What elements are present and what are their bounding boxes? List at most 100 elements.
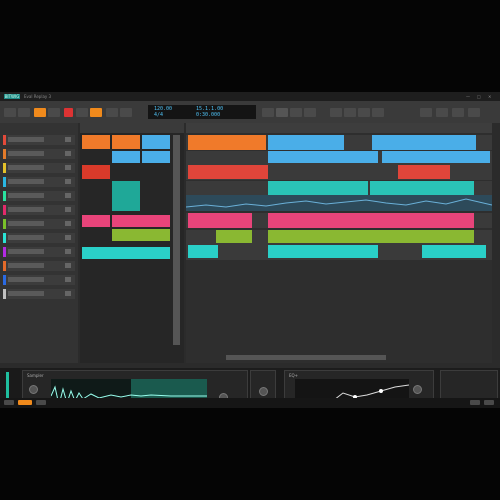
arranger-clip[interactable] bbox=[372, 135, 476, 150]
arranger-clip[interactable] bbox=[188, 245, 218, 258]
track-header[interactable] bbox=[3, 135, 75, 145]
arranger-clip[interactable] bbox=[382, 151, 490, 163]
track-arm-button[interactable] bbox=[65, 249, 71, 254]
track-header[interactable] bbox=[3, 289, 75, 299]
arranger-clip[interactable] bbox=[268, 230, 474, 243]
track-name-field[interactable] bbox=[8, 235, 44, 240]
menu-button[interactable] bbox=[4, 108, 16, 117]
clip-slot[interactable] bbox=[142, 151, 170, 163]
track-arm-button[interactable] bbox=[65, 165, 71, 170]
track-name-field[interactable] bbox=[8, 137, 44, 142]
record-button[interactable] bbox=[64, 108, 73, 117]
arranger-clip[interactable] bbox=[268, 181, 368, 195]
mixer-view-button[interactable] bbox=[436, 108, 448, 117]
follow-button[interactable] bbox=[372, 108, 384, 117]
track-header[interactable] bbox=[3, 247, 75, 257]
view-button[interactable] bbox=[18, 108, 30, 117]
arranger-lane bbox=[186, 151, 492, 166]
timeline-ruler[interactable] bbox=[186, 123, 492, 133]
track-name-field[interactable] bbox=[8, 263, 44, 268]
track-header[interactable] bbox=[3, 275, 75, 285]
grid-button[interactable] bbox=[344, 108, 356, 117]
clip-launcher-scrollbar[interactable] bbox=[173, 135, 180, 345]
overdub-button[interactable] bbox=[76, 108, 88, 117]
arranger-clip[interactable] bbox=[398, 165, 450, 179]
track-arm-button[interactable] bbox=[65, 207, 71, 212]
arranger-clip[interactable] bbox=[370, 181, 474, 195]
arranger-clip[interactable] bbox=[188, 165, 268, 179]
status-button[interactable] bbox=[4, 400, 14, 405]
track-header[interactable] bbox=[3, 191, 75, 201]
minimize-icon[interactable]: — bbox=[466, 94, 470, 99]
track-header[interactable] bbox=[3, 219, 75, 229]
track-arm-button[interactable] bbox=[65, 263, 71, 268]
track-header[interactable] bbox=[3, 261, 75, 271]
pencil-tool-button[interactable] bbox=[290, 108, 302, 117]
modulator-knob[interactable] bbox=[259, 387, 268, 396]
status-button[interactable] bbox=[36, 400, 46, 405]
track-arm-button[interactable] bbox=[65, 151, 71, 156]
pointer-tool-button[interactable] bbox=[276, 108, 288, 117]
track-arm-button[interactable] bbox=[65, 277, 71, 282]
track-name-field[interactable] bbox=[8, 179, 44, 184]
track-name-field[interactable] bbox=[8, 165, 44, 170]
track-name-field[interactable] bbox=[8, 277, 44, 282]
track-header[interactable] bbox=[3, 149, 75, 159]
track-header[interactable] bbox=[3, 163, 75, 173]
tool-button[interactable] bbox=[262, 108, 274, 117]
track-name-field[interactable] bbox=[8, 207, 44, 212]
track-header[interactable] bbox=[3, 233, 75, 243]
track-name-field[interactable] bbox=[8, 221, 44, 226]
track-arm-button[interactable] bbox=[65, 221, 71, 226]
arranger-clip[interactable] bbox=[216, 230, 252, 243]
panel-layout-button[interactable] bbox=[420, 108, 432, 117]
track-arm-button[interactable] bbox=[65, 193, 71, 198]
clip-slot[interactable] bbox=[112, 181, 140, 211]
signature-readout[interactable]: 4/4 bbox=[154, 112, 163, 118]
arranger-clip[interactable] bbox=[268, 151, 378, 163]
arranger-clip[interactable] bbox=[268, 135, 344, 150]
arranger-clip[interactable] bbox=[188, 213, 252, 228]
arranger-hscrollbar[interactable] bbox=[226, 355, 386, 360]
clip-slot[interactable] bbox=[112, 215, 170, 227]
arranger-clip[interactable] bbox=[268, 245, 378, 258]
clip-slot[interactable] bbox=[82, 247, 170, 259]
track-name-field[interactable] bbox=[8, 151, 44, 156]
metronome-button[interactable] bbox=[120, 108, 132, 117]
clip-slot[interactable] bbox=[142, 135, 170, 149]
zoom-button[interactable] bbox=[358, 108, 370, 117]
track-name-field[interactable] bbox=[8, 291, 44, 296]
loop-button[interactable] bbox=[90, 108, 102, 117]
clip-slot[interactable] bbox=[82, 165, 110, 179]
track-arm-button[interactable] bbox=[65, 179, 71, 184]
status-button[interactable] bbox=[470, 400, 480, 405]
status-button[interactable] bbox=[18, 400, 32, 405]
snap-button[interactable] bbox=[330, 108, 342, 117]
clip-slot[interactable] bbox=[82, 135, 110, 149]
close-icon[interactable]: ✕ bbox=[488, 94, 491, 99]
track-header[interactable] bbox=[3, 177, 75, 187]
clip-slot[interactable] bbox=[112, 229, 170, 241]
edit-view-button[interactable] bbox=[452, 108, 464, 117]
track-name-field[interactable] bbox=[8, 249, 44, 254]
arranger-clip[interactable] bbox=[422, 245, 486, 258]
stop-button[interactable] bbox=[48, 108, 60, 117]
track-arm-button[interactable] bbox=[65, 137, 71, 142]
punch-button[interactable] bbox=[106, 108, 118, 117]
track-header[interactable] bbox=[3, 205, 75, 215]
sampler-knob[interactable] bbox=[29, 385, 38, 394]
clip-slot[interactable] bbox=[112, 135, 140, 149]
maximize-icon[interactable]: □ bbox=[477, 94, 481, 99]
clip-slot[interactable] bbox=[112, 151, 140, 163]
arranger-clip[interactable] bbox=[268, 213, 474, 228]
play-button[interactable] bbox=[34, 108, 46, 117]
settings-button[interactable] bbox=[468, 108, 480, 117]
track-arm-button[interactable] bbox=[65, 235, 71, 240]
track-name-field[interactable] bbox=[8, 193, 44, 198]
clip-slot[interactable] bbox=[82, 215, 110, 227]
track-arm-button[interactable] bbox=[65, 291, 71, 296]
eraser-tool-button[interactable] bbox=[304, 108, 316, 117]
arranger-clip[interactable] bbox=[188, 135, 266, 150]
eq-knob[interactable] bbox=[413, 385, 422, 394]
status-button[interactable] bbox=[484, 400, 494, 405]
